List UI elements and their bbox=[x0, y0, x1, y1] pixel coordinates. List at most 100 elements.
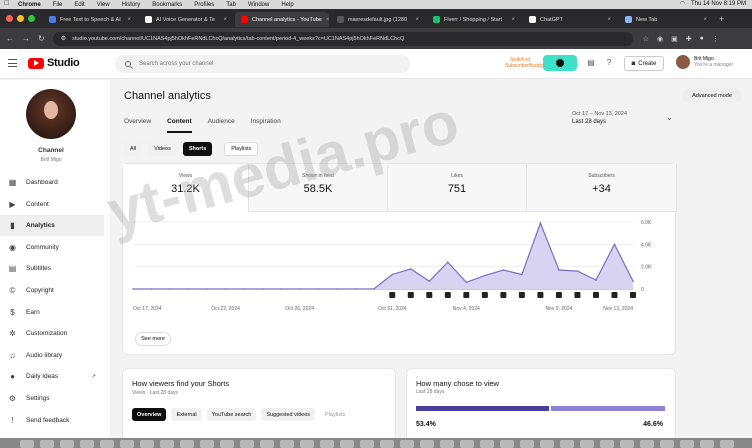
metric-subscribers[interactable]: Subscribers +34 bbox=[527, 164, 677, 212]
data-point[interactable] bbox=[280, 288, 282, 290]
dock-app-icon[interactable] bbox=[620, 440, 634, 448]
dock-app-icon[interactable] bbox=[640, 440, 654, 448]
tab-close-icon[interactable]: × bbox=[127, 17, 131, 23]
menubar-bookmarks[interactable]: Bookmarks bbox=[152, 2, 182, 8]
dock-app-icon[interactable] bbox=[360, 440, 374, 448]
tab-close-icon[interactable]: × bbox=[703, 17, 707, 23]
menubar-app[interactable]: Chrome bbox=[18, 2, 41, 8]
chrome-menu-icon[interactable]: ⋮ bbox=[712, 35, 719, 43]
browser-tab[interactable]: ChatGPT × bbox=[523, 12, 617, 27]
dock-app-icon[interactable] bbox=[320, 440, 334, 448]
sidebar-item-daily-ideas[interactable]: ● Daily Ideas ↗ bbox=[0, 366, 104, 387]
data-point[interactable] bbox=[391, 273, 394, 276]
dock-app-icon[interactable] bbox=[700, 440, 714, 448]
reload-icon[interactable]: ↻ bbox=[38, 34, 45, 43]
dock-app-icon[interactable] bbox=[240, 440, 254, 448]
dock-app-icon[interactable] bbox=[600, 440, 614, 448]
data-point[interactable] bbox=[502, 269, 505, 271]
data-point[interactable] bbox=[150, 288, 153, 290]
tab-close-icon[interactable]: × bbox=[415, 17, 419, 23]
sidebar-item-audio-library[interactable]: ♫ Audio library bbox=[0, 345, 104, 366]
upload-marker-icon[interactable] bbox=[389, 292, 396, 298]
data-point[interactable] bbox=[595, 279, 597, 281]
menubar-clock[interactable]: Thu 14 Nov 8:19 PM bbox=[691, 1, 746, 7]
extensions-puzzle-icon[interactable]: ✚ bbox=[686, 35, 692, 43]
studio-logo[interactable]: Studio bbox=[28, 57, 80, 69]
dock-app-icon[interactable] bbox=[300, 440, 314, 448]
data-point[interactable] bbox=[243, 288, 245, 290]
dock-app-icon[interactable] bbox=[260, 440, 274, 448]
sidebar-item-dashboard[interactable]: ▦ Dashboard bbox=[0, 172, 104, 193]
data-point[interactable] bbox=[632, 280, 634, 282]
notifications-list-icon[interactable]: ▤ bbox=[586, 58, 596, 68]
metric-views[interactable]: Views 31.2K bbox=[123, 164, 249, 212]
upload-marker-icon[interactable] bbox=[463, 292, 470, 298]
data-point[interactable] bbox=[447, 261, 449, 263]
data-point[interactable] bbox=[317, 288, 319, 290]
menubar-view[interactable]: View bbox=[97, 2, 110, 8]
dock-app-icon[interactable] bbox=[60, 440, 74, 448]
see-more-button[interactable]: See more bbox=[135, 332, 171, 346]
upload-marker-icon[interactable] bbox=[574, 292, 581, 298]
data-point[interactable] bbox=[558, 269, 560, 271]
dock-app-icon[interactable] bbox=[220, 440, 234, 448]
browser-tab[interactable]: AI Voice Generator & Te × bbox=[139, 12, 233, 27]
tab-audience[interactable]: Audience bbox=[208, 118, 235, 133]
upload-marker-icon[interactable] bbox=[611, 292, 618, 298]
tab-overview[interactable]: Overview bbox=[124, 118, 151, 133]
create-button[interactable]: ◙ Create bbox=[624, 56, 664, 71]
dock-app-icon[interactable] bbox=[400, 440, 414, 448]
dock-app-icon[interactable] bbox=[140, 440, 154, 448]
tab-content[interactable]: Content bbox=[167, 118, 192, 133]
traffic-tab-playlists[interactable]: Playlists bbox=[320, 408, 350, 421]
data-point[interactable] bbox=[521, 273, 523, 276]
sidebar-item-customization[interactable]: ✲ Customization bbox=[0, 323, 104, 344]
data-point[interactable] bbox=[372, 288, 375, 290]
upload-marker-icon[interactable] bbox=[630, 292, 636, 298]
data-point[interactable] bbox=[428, 280, 431, 282]
traffic-tab-external[interactable]: External bbox=[171, 408, 202, 421]
data-point[interactable] bbox=[539, 222, 542, 224]
help-icon[interactable]: ? bbox=[604, 58, 614, 68]
tab-close-icon[interactable]: × bbox=[607, 17, 611, 23]
subbuddy-link[interactable]: Switch to SubscriberBuddy bbox=[505, 57, 543, 69]
dock-app-icon[interactable] bbox=[720, 440, 734, 448]
upload-marker-icon[interactable] bbox=[500, 292, 507, 298]
data-point[interactable] bbox=[298, 288, 301, 290]
chip-playlists[interactable]: Playlists bbox=[224, 142, 259, 156]
dock-app-icon[interactable] bbox=[120, 440, 134, 448]
dock-app-icon[interactable] bbox=[660, 440, 674, 448]
data-point[interactable] bbox=[224, 288, 227, 290]
dock-app-icon[interactable] bbox=[420, 440, 434, 448]
data-point[interactable] bbox=[465, 281, 468, 284]
menubar-tab[interactable]: Tab bbox=[226, 2, 236, 8]
upload-marker-icon[interactable] bbox=[555, 292, 562, 298]
sidebar-item-send-feedback[interactable]: ! Send feedback bbox=[0, 410, 104, 431]
dock-app-icon[interactable] bbox=[20, 440, 34, 448]
apple-icon[interactable]:  bbox=[4, 0, 9, 7]
dock-app-icon[interactable] bbox=[500, 440, 514, 448]
data-point[interactable] bbox=[354, 288, 357, 290]
upload-marker-icon[interactable] bbox=[481, 292, 488, 298]
data-point[interactable] bbox=[409, 268, 412, 270]
upload-marker-icon[interactable] bbox=[426, 292, 433, 298]
site-info-icon[interactable]: ⚙ bbox=[61, 35, 66, 42]
dock-app-icon[interactable] bbox=[380, 440, 394, 448]
upload-marker-icon[interactable] bbox=[444, 292, 451, 298]
data-point[interactable] bbox=[187, 288, 190, 290]
extension-icon[interactable]: ▣ bbox=[671, 35, 678, 43]
data-point[interactable] bbox=[206, 288, 208, 290]
dock-app-icon[interactable] bbox=[160, 440, 174, 448]
dock-app-icon[interactable] bbox=[200, 440, 214, 448]
metric-shown-in-feed[interactable]: Shown in feed 58.5K bbox=[249, 164, 388, 212]
extension-icon[interactable]: ◉ bbox=[657, 35, 663, 43]
forward-icon[interactable]: → bbox=[22, 34, 30, 43]
dock-app-icon[interactable] bbox=[540, 440, 554, 448]
sidebar-item-earn[interactable]: $ Earn bbox=[0, 302, 104, 323]
data-point[interactable] bbox=[261, 288, 264, 290]
dock-app-icon[interactable] bbox=[680, 440, 694, 448]
close-window-button[interactable] bbox=[6, 15, 13, 22]
dock-app-icon[interactable] bbox=[80, 440, 94, 448]
browser-tab[interactable]: Channel analytics - YouTube × bbox=[235, 12, 329, 27]
tab-close-icon[interactable]: × bbox=[511, 17, 515, 23]
